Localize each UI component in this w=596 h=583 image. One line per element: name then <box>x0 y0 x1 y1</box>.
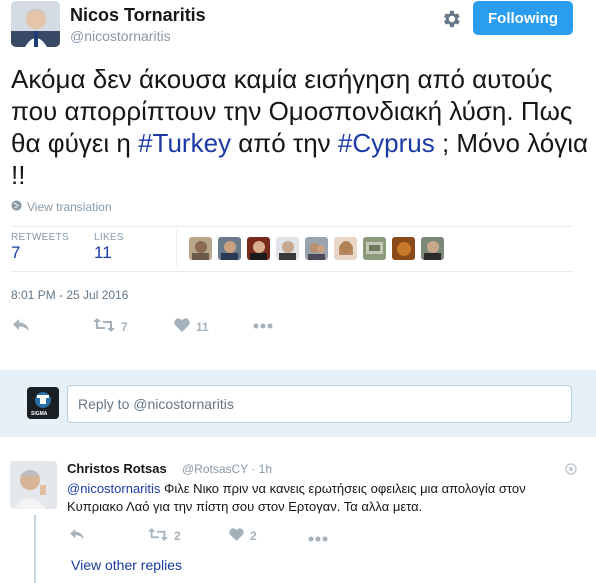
liker-avatar[interactable] <box>189 237 212 260</box>
hashtag-link[interactable]: #Turkey <box>138 128 231 158</box>
likes-stat[interactable]: LIKES 11 <box>94 232 124 263</box>
more-action[interactable] <box>308 531 328 545</box>
reply-author-avatar[interactable] <box>10 461 57 509</box>
retweet-icon <box>148 528 168 544</box>
liker-avatar[interactable] <box>305 237 328 260</box>
divider <box>11 271 573 272</box>
heart-icon <box>174 318 190 335</box>
likes-count: 11 <box>94 243 112 262</box>
reply-icon <box>69 528 85 543</box>
view-other-replies-link[interactable]: View other replies <box>71 557 182 573</box>
author-handle[interactable]: @nicostornaritis <box>70 28 171 44</box>
more-icon <box>253 318 273 332</box>
reply-icon <box>12 318 30 335</box>
likes-label: LIKES <box>94 232 124 243</box>
like-action[interactable]: 2 <box>229 528 257 544</box>
globe-icon <box>11 200 22 214</box>
thread-line <box>34 515 36 583</box>
more-icon <box>308 531 328 545</box>
reply-author-name[interactable]: Christos Rotsas <box>67 461 167 476</box>
reply-author-handle[interactable]: @RotsasCY · 1h <box>182 462 272 476</box>
gear-icon[interactable] <box>440 8 462 30</box>
liker-avatar[interactable] <box>392 237 415 260</box>
mention-link[interactable]: @nicostornaritis <box>67 481 160 496</box>
retweet-action[interactable]: 7 <box>93 318 128 335</box>
author-avatar[interactable] <box>11 1 60 47</box>
liker-avatar[interactable] <box>421 237 444 260</box>
options-icon[interactable] <box>565 462 577 475</box>
reply-action[interactable] <box>12 318 30 335</box>
tweet-text-part: από την <box>231 128 338 158</box>
retweet-action[interactable]: 2 <box>148 528 181 544</box>
retweet-count: 7 <box>121 319 128 334</box>
tweet-timestamp[interactable]: 8:01 PM - 25 Jul 2016 <box>11 288 128 302</box>
divider <box>11 226 573 227</box>
retweet-count: 2 <box>174 529 181 543</box>
reply-action[interactable] <box>69 528 85 543</box>
like-action[interactable]: 11 <box>174 318 209 335</box>
liker-avatar[interactable] <box>363 237 386 260</box>
more-action[interactable] <box>253 318 273 332</box>
tweet-text: Ακόμα δεν άκουσα καμία εισήγηση από αυτο… <box>11 63 591 191</box>
liker-avatar[interactable] <box>247 237 270 260</box>
liker-avatar[interactable] <box>276 237 299 260</box>
author-name[interactable]: Nicos Tornaritis <box>70 5 206 26</box>
liker-avatar[interactable] <box>218 237 241 260</box>
retweets-label: RETWEETS <box>11 232 69 243</box>
like-count: 2 <box>250 529 257 543</box>
hashtag-link[interactable]: #Cyprus <box>338 128 435 158</box>
retweets-count: 7 <box>11 243 21 262</box>
like-count: 11 <box>196 319 209 334</box>
stat-separator <box>176 230 177 266</box>
current-user-avatar: SIGMA <box>27 387 59 419</box>
following-button[interactable]: Following <box>473 1 573 35</box>
reply-input[interactable]: Reply to @nicostornaritis <box>67 385 572 423</box>
avatar-text: SIGMA <box>31 411 48 417</box>
reply-text: @nicostornaritis Φιλε Νικο πριν να κανει… <box>67 480 567 516</box>
retweets-stat[interactable]: RETWEETS 7 <box>11 232 69 263</box>
view-translation-link[interactable]: View translation <box>11 200 112 214</box>
retweet-icon <box>93 318 115 335</box>
liker-avatar[interactable] <box>334 237 357 260</box>
heart-icon <box>229 528 244 544</box>
view-translation-label: View translation <box>27 200 112 214</box>
